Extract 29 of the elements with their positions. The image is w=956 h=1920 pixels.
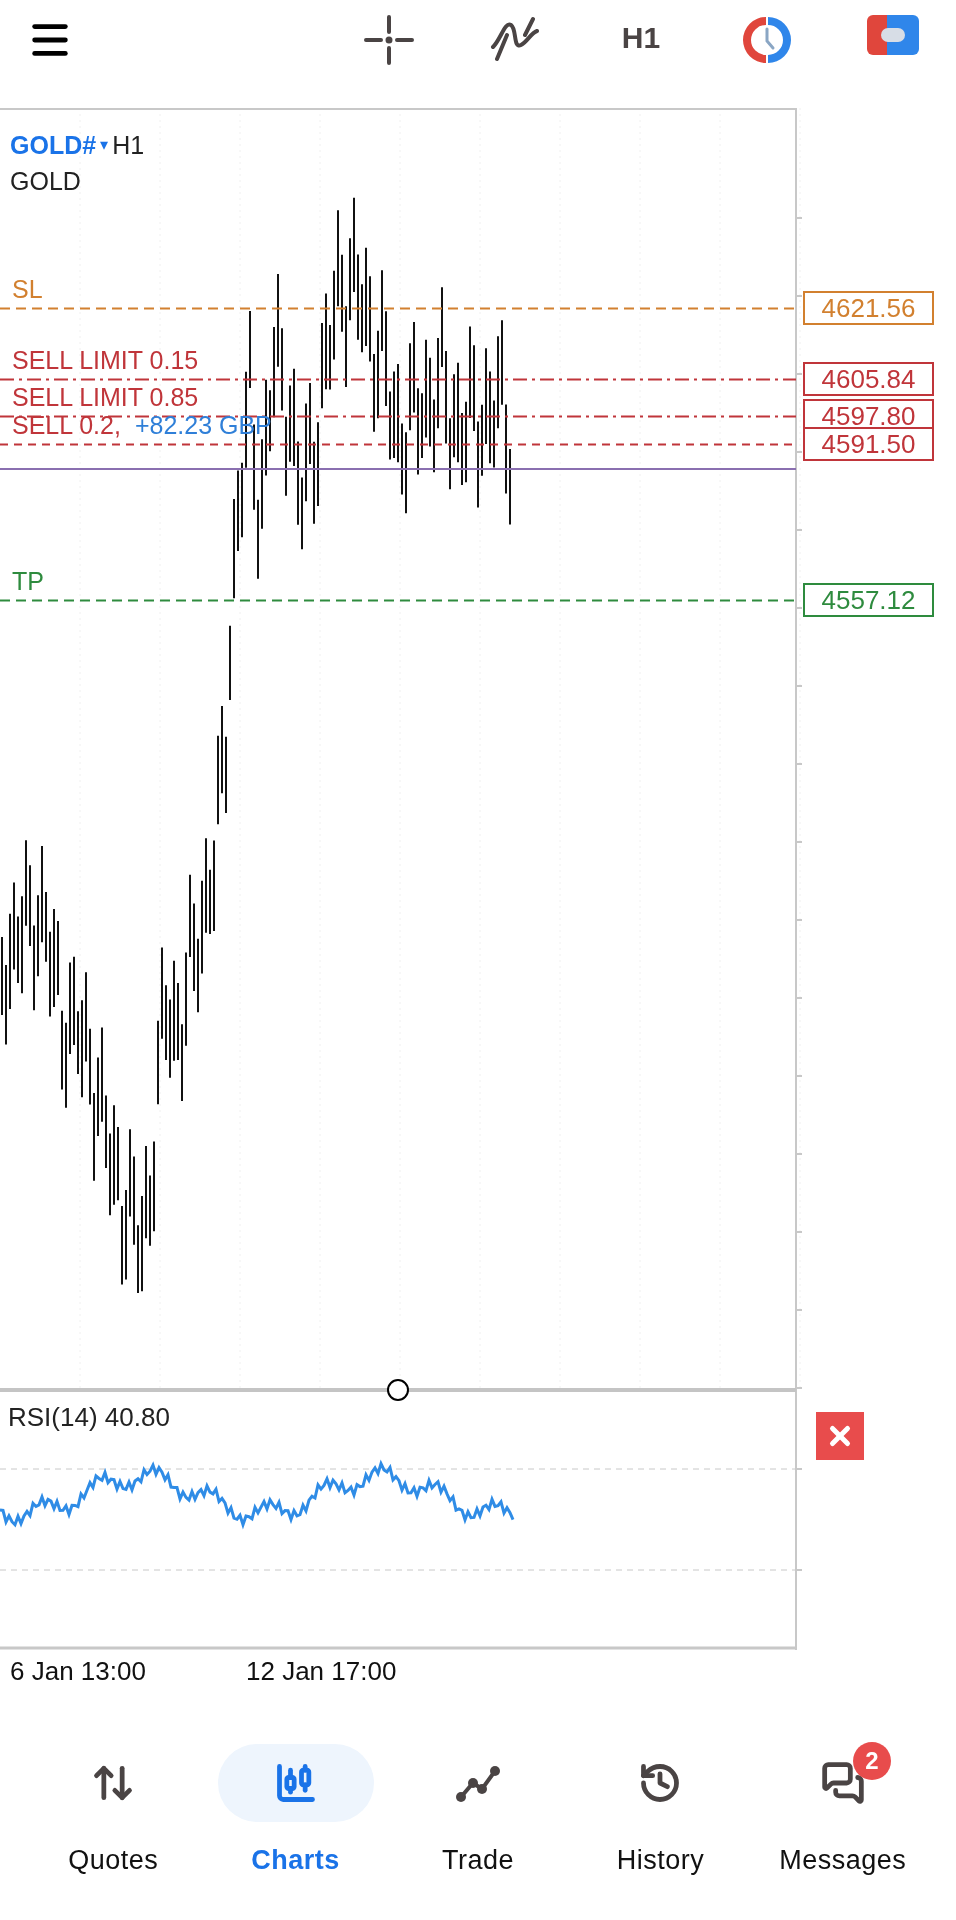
price-label: 4605.84 xyxy=(803,362,934,397)
order-label: TP xyxy=(12,565,44,597)
timeframe-button[interactable]: H1 xyxy=(578,15,704,65)
order-label: SELL LIMIT 0.15 xyxy=(12,345,199,377)
divider-handle[interactable] xyxy=(387,1379,409,1401)
order-label: SELL LIMIT 0.85 xyxy=(12,381,199,413)
price-label: 4621.56 xyxy=(803,291,934,325)
time-label: 12 Jan 17:00 xyxy=(246,1655,397,1688)
nav-tab[interactable]: Charts xyxy=(204,1744,387,1881)
symbol-name[interactable]: GOLD# xyxy=(10,128,97,162)
symbol-description: GOLD xyxy=(10,166,81,197)
crosshair-icon xyxy=(364,15,414,65)
time-label: 6 Jan 13:00 xyxy=(10,1655,146,1688)
messages-icon xyxy=(820,1761,865,1805)
nav-tab[interactable]: Quotes xyxy=(22,1744,205,1881)
nav-tab[interactable]: Trade xyxy=(386,1744,570,1881)
close-button[interactable] xyxy=(816,1412,864,1460)
dropdown-caret[interactable]: ▾ xyxy=(100,128,109,162)
price-label: 4557.12 xyxy=(803,582,934,617)
toggle-icon xyxy=(867,15,919,55)
order-label: SL xyxy=(12,274,43,305)
indicator-icon xyxy=(489,15,541,61)
clock-icon xyxy=(742,15,792,65)
unread-count: 2 xyxy=(852,1742,891,1780)
price-label: 4591.50 xyxy=(803,427,934,462)
rsi-label: RSI(14) 40.80 xyxy=(8,1401,170,1434)
nav-tab[interactable]: 2 Messages xyxy=(751,1744,935,1881)
nav-tab[interactable]: History xyxy=(569,1744,752,1881)
chart-timeframe: H1 xyxy=(112,130,145,161)
